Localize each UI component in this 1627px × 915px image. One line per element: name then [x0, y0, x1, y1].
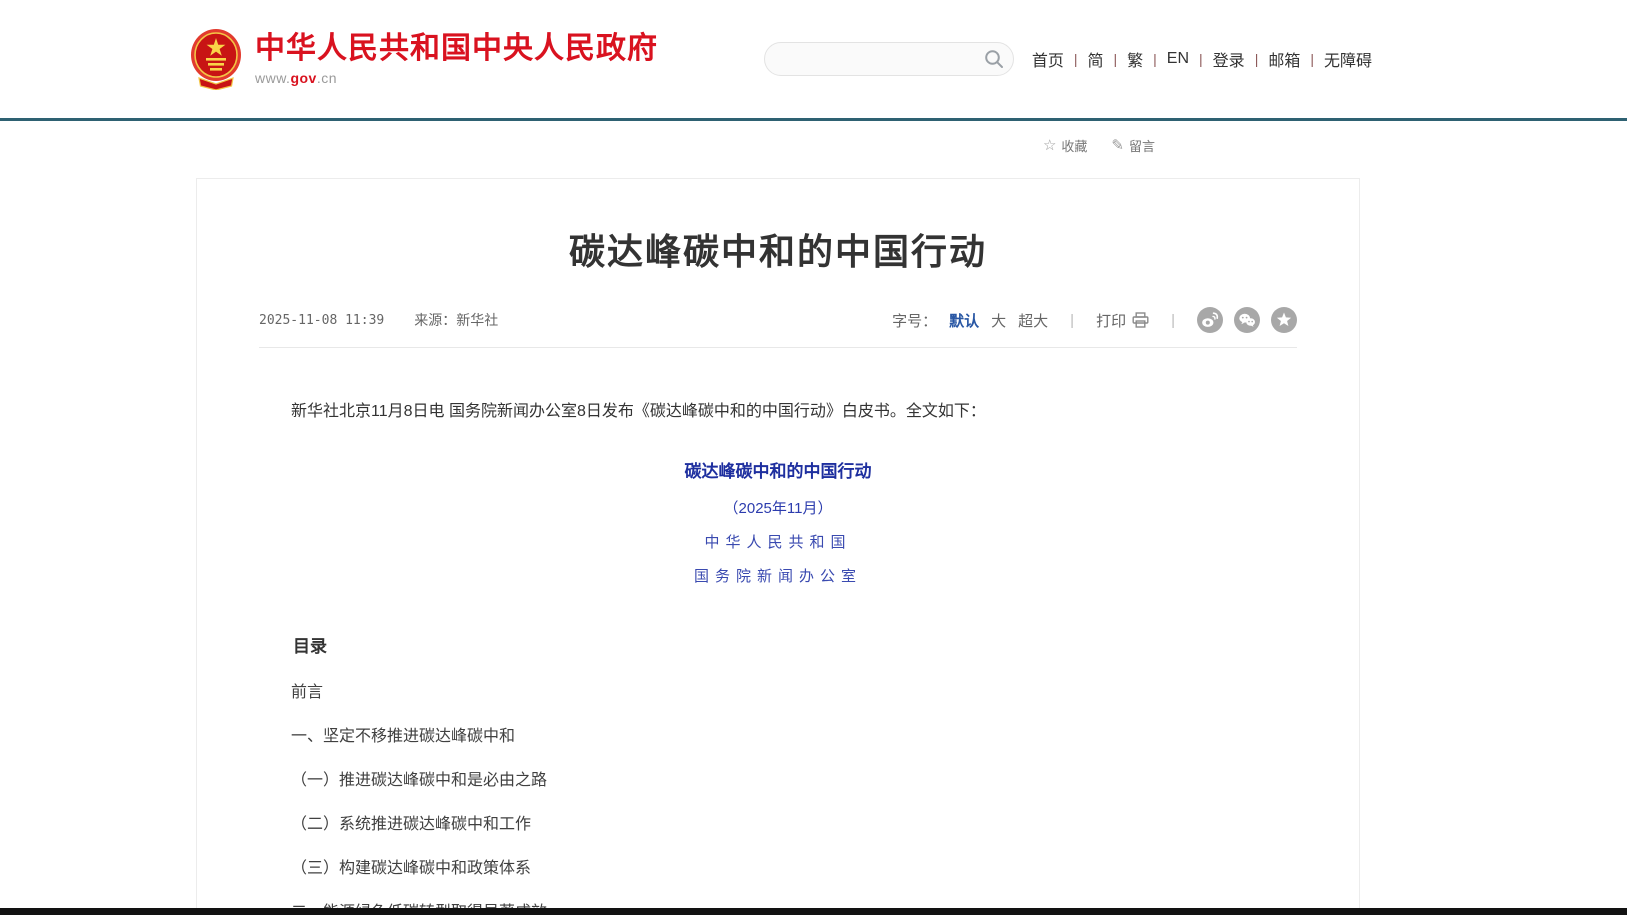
- document-issuer-line1: 中华人民共和国: [259, 531, 1297, 552]
- top-nav-link[interactable]: 繁: [1127, 47, 1143, 71]
- top-nav-link[interactable]: 简: [1087, 47, 1103, 71]
- wechat-share-icon[interactable]: [1234, 307, 1260, 333]
- qzone-star-share-icon[interactable]: [1271, 307, 1297, 333]
- top-nav-link[interactable]: EN: [1167, 50, 1189, 68]
- star-outline-icon: ☆: [1043, 136, 1056, 154]
- header-divider-rule: [0, 118, 1627, 121]
- divider: |: [1310, 51, 1314, 67]
- search-input[interactable]: [764, 42, 1014, 76]
- document-issuer-line2: 国务院新闻办公室: [259, 565, 1297, 586]
- divider: |: [1114, 51, 1118, 67]
- toc-item: （一）推进碳达峰碳中和是必由之路: [259, 773, 1297, 789]
- toc-heading: 目录: [259, 632, 1297, 657]
- toc-item: 前言: [259, 685, 1297, 701]
- publish-date: 2025-11-08 11:39: [259, 313, 384, 328]
- top-nav-link[interactable]: 邮箱: [1268, 47, 1300, 71]
- toc-item: 一、坚定不移推进碳达峰碳中和: [259, 729, 1297, 745]
- favorite-button[interactable]: ☆ 收藏: [1043, 136, 1087, 155]
- toc-item: （二）系统推进碳达峰碳中和工作: [259, 817, 1297, 833]
- divider: |: [1255, 51, 1259, 67]
- meta-divider-line: [259, 347, 1297, 348]
- document-date-line: （2025年11月）: [259, 497, 1297, 518]
- document-title: 碳达峰碳中和的中国行动: [259, 457, 1297, 482]
- toc-list: 前言一、坚定不移推进碳达峰碳中和 （一）推进碳达峰碳中和是必由之路 （二）系统推进碳…: [259, 685, 1297, 915]
- divider: |: [1171, 312, 1175, 329]
- site-header: 中华人民共和国中央人民政府 www.gov.cn 首页 | 简 | 繁 | EN | 登录 | 邮箱…: [0, 0, 1627, 118]
- print-label: 打印: [1096, 310, 1126, 331]
- article-meta-row: 2025-11-08 11:39 来源： 新华社 字号： 默认 大 超大 | 打…: [259, 307, 1297, 333]
- fontsize-label: 字号：: [892, 310, 937, 331]
- article-meta-actions: 字号： 默认 大 超大 | 打印 |: [892, 307, 1297, 333]
- search-box: [764, 42, 1014, 76]
- site-url: www.gov.cn: [255, 70, 658, 86]
- comment-label: 留言: [1129, 136, 1155, 155]
- national-emblem-logo: [190, 28, 242, 90]
- header-right: 首页 | 简 | 繁 | EN | 登录 | 邮箱 | 无障碍: [764, 42, 1372, 76]
- comment-button[interactable]: ✎ 留言: [1111, 136, 1155, 155]
- site-url-www: www.: [255, 70, 290, 86]
- toc-item: （三）构建碳达峰碳中和政策体系: [259, 861, 1297, 877]
- pencil-icon: ✎: [1111, 136, 1124, 154]
- site-url-cn: .cn: [317, 70, 337, 86]
- divider: |: [1070, 312, 1074, 329]
- divider: |: [1153, 51, 1157, 67]
- printer-icon: [1132, 312, 1149, 328]
- site-url-gov: gov: [290, 70, 316, 86]
- page-tools-row: ☆ 收藏 ✎ 留言: [0, 134, 1627, 156]
- fontsize-large-button[interactable]: 大: [991, 310, 1006, 331]
- favorite-label: 收藏: [1061, 136, 1087, 155]
- print-button[interactable]: 打印: [1096, 310, 1149, 331]
- top-nav-link[interactable]: 首页: [1032, 47, 1064, 71]
- divider: |: [1199, 51, 1203, 67]
- top-nav: 首页 | 简 | 繁 | EN | 登录 | 邮箱 | 无障碍: [1032, 47, 1372, 71]
- lead-paragraph: 新华社北京11月8日电 国务院新闻办公室8日发布《碳达峰碳中和的中国行动》白皮书…: [259, 400, 1297, 424]
- site-brand[interactable]: 中华人民共和国中央人民政府 www.gov.cn: [190, 28, 658, 90]
- article-title: 碳达峰碳中和的中国行动: [259, 223, 1297, 275]
- article-container: 碳达峰碳中和的中国行动 2025-11-08 11:39 来源： 新华社 字号：…: [196, 178, 1360, 915]
- divider: |: [1074, 51, 1078, 67]
- fontsize-xlarge-button[interactable]: 超大: [1018, 310, 1048, 331]
- footer-bar: [0, 908, 1627, 915]
- source-label: 来源：: [414, 310, 456, 330]
- search-icon[interactable]: [984, 49, 1004, 69]
- weibo-share-icon[interactable]: [1197, 307, 1223, 333]
- share-icons: [1197, 307, 1297, 333]
- brand-text: 中华人民共和国中央人民政府 www.gov.cn: [255, 32, 658, 86]
- top-nav-link[interactable]: 登录: [1213, 47, 1245, 71]
- fontsize-default-button[interactable]: 默认: [949, 310, 979, 331]
- top-nav-link[interactable]: 无障碍: [1324, 47, 1372, 71]
- article-body: 新华社北京11月8日电 国务院新闻办公室8日发布《碳达峰碳中和的中国行动》白皮书…: [259, 400, 1297, 915]
- site-title: 中华人民共和国中央人民政府: [255, 32, 658, 65]
- source-value: 新华社: [456, 310, 498, 330]
